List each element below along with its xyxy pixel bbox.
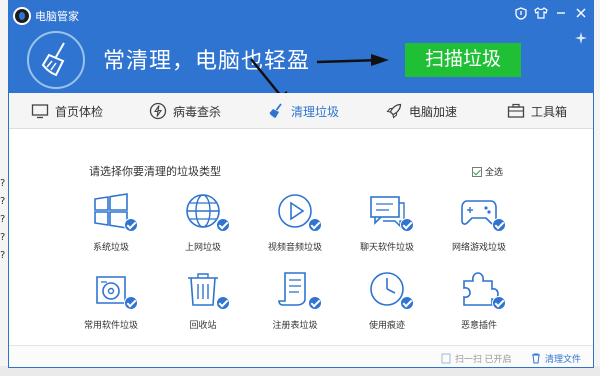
checked-badge-icon bbox=[400, 218, 414, 232]
lightning-icon bbox=[149, 102, 167, 120]
category-label: 回收站 bbox=[189, 320, 217, 330]
tab-speed-up[interactable]: 电脑加速 bbox=[385, 93, 457, 129]
checked-badge-icon bbox=[400, 296, 414, 310]
category-label: 注册表垃圾 bbox=[272, 320, 318, 330]
category-label: 网络游戏垃圾 bbox=[451, 242, 506, 252]
category-label: 聊天软件垃圾 bbox=[359, 242, 414, 252]
shield-icon[interactable] bbox=[513, 7, 529, 23]
main-nav: 首页体检 病毒查杀 清理垃圾 电脑加速 工具箱 bbox=[9, 93, 593, 129]
checkbox-checked-icon bbox=[472, 166, 482, 177]
checked-badge-icon bbox=[124, 296, 138, 310]
scan-status-label: 扫一扫 已开启 bbox=[455, 354, 512, 364]
tab-home-checkup[interactable]: 首页体检 bbox=[31, 93, 103, 129]
app-logo-icon bbox=[13, 7, 31, 25]
scan-junk-button[interactable]: 扫描垃圾 bbox=[405, 43, 521, 77]
category-system-junk[interactable]: 系统垃圾 bbox=[71, 191, 151, 261]
app-title: 电脑管家 bbox=[35, 11, 79, 23]
tab-label: 工具箱 bbox=[531, 104, 568, 119]
checked-badge-icon bbox=[216, 218, 230, 232]
desktop-background-left: ? ? ? ? ? bbox=[0, 0, 8, 376]
category-usage-traces[interactable]: 使用痕迹 bbox=[347, 269, 427, 339]
sparkle-icon[interactable] bbox=[573, 31, 589, 47]
trash-small-icon bbox=[532, 353, 540, 364]
title-bar: 电脑管家 bbox=[9, 1, 593, 29]
tab-virus-scan[interactable]: 病毒查杀 bbox=[149, 93, 221, 129]
checked-badge-icon bbox=[308, 296, 322, 310]
monitor-icon bbox=[31, 102, 49, 120]
category-media-junk[interactable]: 视频音频垃圾 bbox=[255, 191, 335, 261]
minimize-icon[interactable] bbox=[553, 7, 569, 23]
clean-files-label: 清理文件 bbox=[545, 354, 582, 364]
toolbox-icon bbox=[507, 102, 525, 120]
category-registry-junk[interactable]: 注册表垃圾 bbox=[255, 269, 335, 339]
category-recycle-bin[interactable]: 回收站 bbox=[163, 269, 243, 339]
category-malicious-plugins[interactable]: 恶意插件 bbox=[439, 269, 519, 339]
clean-panel: 请选择你要清理的垃圾类型 全选 系统垃圾 上网垃圾 视频音频垃圾 聊天软件垃圾 … bbox=[9, 129, 593, 367]
tab-label: 清理垃圾 bbox=[291, 104, 340, 119]
document-icon bbox=[441, 353, 451, 364]
rocket-icon bbox=[385, 102, 403, 120]
scan-status[interactable]: 扫一扫 已开启 bbox=[441, 352, 512, 365]
broom-icon bbox=[267, 102, 285, 120]
checked-badge-icon bbox=[492, 218, 506, 232]
checked-badge-icon bbox=[492, 296, 506, 310]
category-label: 使用痕迹 bbox=[368, 320, 405, 330]
select-all-label: 全选 bbox=[485, 167, 504, 177]
pc-manager-window: 电脑管家 常清理，电脑也轻盈 扫描垃圾 首页体检 病毒查杀 清理垃圾 电脑加速 … bbox=[8, 0, 594, 368]
category-common-software-junk[interactable]: 常用软件垃圾 bbox=[71, 269, 151, 339]
select-all-checkbox[interactable]: 全选 bbox=[472, 165, 503, 178]
category-game-junk[interactable]: 网络游戏垃圾 bbox=[439, 191, 519, 261]
checked-badge-icon bbox=[124, 218, 138, 232]
category-label: 上网垃圾 bbox=[184, 242, 221, 252]
tab-label: 电脑加速 bbox=[409, 104, 458, 119]
category-chat-junk[interactable]: 聊天软件垃圾 bbox=[347, 191, 427, 261]
category-internet-junk[interactable]: 上网垃圾 bbox=[163, 191, 243, 261]
category-label: 常用软件垃圾 bbox=[83, 320, 138, 330]
close-icon[interactable] bbox=[573, 7, 589, 23]
checked-badge-icon bbox=[216, 296, 230, 310]
tab-toolbox[interactable]: 工具箱 bbox=[507, 93, 567, 129]
tab-label: 病毒查杀 bbox=[173, 104, 222, 119]
tab-label: 首页体检 bbox=[55, 104, 104, 119]
category-label: 系统垃圾 bbox=[92, 242, 129, 252]
clean-files-link[interactable]: 清理文件 bbox=[531, 352, 581, 365]
select-type-prompt: 请选择你要清理的垃圾类型 bbox=[89, 166, 221, 178]
tab-clean-junk[interactable]: 清理垃圾 bbox=[267, 93, 339, 129]
panel-footer: 扫一扫 已开启 清理文件 bbox=[9, 345, 593, 367]
skin-shirt-icon[interactable] bbox=[533, 7, 549, 23]
category-label: 视频音频垃圾 bbox=[267, 242, 322, 252]
checked-badge-icon bbox=[308, 218, 322, 232]
category-label: 恶意插件 bbox=[460, 320, 497, 330]
